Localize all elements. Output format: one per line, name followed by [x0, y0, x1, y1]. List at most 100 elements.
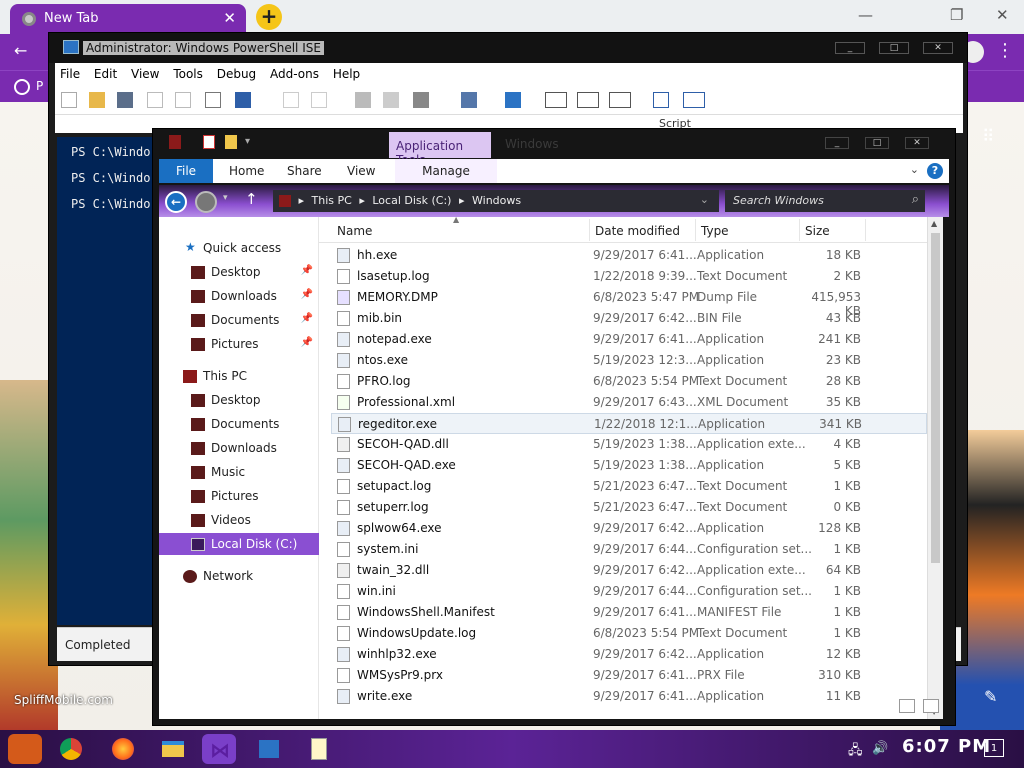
column-divider[interactable] [589, 219, 590, 241]
nav-pc-downloads[interactable]: Downloads [159, 437, 319, 459]
network-tray-icon[interactable]: 🖧 [848, 741, 863, 763]
ribbon-tab-home[interactable]: Home [229, 159, 264, 183]
open-folder-icon[interactable] [89, 92, 105, 108]
file-row[interactable]: WindowsUpdate.log 6/8/2023 5:54 PM Text Do… [331, 623, 927, 644]
file-row[interactable]: Professional.xml 9/29/2017 6:43... XML Doc… [331, 392, 927, 413]
ribbon-tab-view[interactable]: View [347, 159, 375, 183]
menu-debug[interactable]: Debug [212, 63, 261, 81]
scroll-up-icon[interactable]: ▲ [931, 219, 937, 228]
taskbar-visual-studio[interactable]: ⋈ [202, 734, 236, 764]
menu-add-ons[interactable]: Add-ons [265, 63, 324, 81]
restore-button[interactable]: ❐ [950, 6, 963, 24]
nav-pc-desktop[interactable]: Desktop [159, 389, 319, 411]
breadcrumb-windows[interactable]: Windows [472, 194, 521, 207]
tab-close-icon[interactable]: ✕ [223, 9, 236, 27]
taskbar-firefox[interactable] [106, 734, 140, 764]
file-row[interactable]: setuperr.log 5/21/2023 6:47... Text Docume… [331, 497, 927, 518]
ribbon-tab-manage[interactable]: Manage [395, 159, 497, 183]
column-date-modified[interactable]: Date modified [595, 224, 680, 238]
nav-pc-local-disk[interactable]: Local Disk (C:) [159, 533, 319, 555]
back-icon[interactable]: ← [165, 191, 187, 213]
taskbar-powershell-ise[interactable] [252, 734, 286, 764]
start-button[interactable] [8, 734, 42, 764]
up-arrow-icon[interactable]: ↑ [245, 190, 258, 208]
save-icon[interactable] [117, 92, 133, 108]
nav-network[interactable]: Network [159, 565, 319, 587]
nav-quick-downloads[interactable]: Downloads 📌 [159, 285, 319, 307]
ise-minimize-button[interactable]: _ [835, 42, 865, 54]
file-row[interactable]: notepad.exe 9/29/2017 6:41... Application 2… [331, 329, 927, 350]
file-row[interactable]: PFRO.log 6/8/2023 5:54 PM Text Document 28 … [331, 371, 927, 392]
file-row[interactable]: system.ini 9/29/2017 6:44... Configuration… [331, 539, 927, 560]
browser-close-button[interactable]: ✕ [996, 6, 1009, 24]
paste-icon[interactable] [205, 92, 221, 108]
column-divider[interactable] [695, 219, 696, 241]
nav-pc-documents[interactable]: Documents [159, 413, 319, 435]
menu-tools[interactable]: Tools [168, 63, 208, 81]
layout-max-icon[interactable] [609, 92, 631, 108]
browser-tab-new-tab[interactable]: New Tab ✕ [10, 4, 246, 34]
ribbon-tab-file[interactable]: File [159, 159, 213, 183]
globe-icon[interactable] [14, 79, 30, 95]
pin-icon[interactable]: 📌 [301, 265, 313, 276]
help-icon[interactable]: ? [927, 163, 943, 179]
taskbar-notepad[interactable] [302, 734, 336, 764]
file-row[interactable]: SECOH-QAD.exe 5/19/2023 1:38... Applicatio… [331, 455, 927, 476]
volume-icon[interactable]: 🔊 [872, 741, 888, 756]
pin-icon[interactable]: 📌 [301, 313, 313, 324]
file-row[interactable]: WindowsShell.Manifest 9/29/2017 6:41... MA… [331, 602, 927, 623]
layout-right-icon[interactable] [577, 92, 599, 108]
menu-edit[interactable]: Edit [89, 63, 122, 81]
file-row[interactable]: win.ini 9/29/2017 6:44... Configuration se… [331, 581, 927, 602]
new-file-icon[interactable] [61, 92, 77, 108]
nav-quick-desktop[interactable]: Desktop 📌 [159, 261, 319, 283]
new-tab-button[interactable]: + [256, 4, 282, 30]
breadcrumb-local-disk[interactable]: Local Disk (C:) [372, 194, 451, 207]
file-row[interactable]: setupact.log 5/21/2023 6:47... Text Docume… [331, 476, 927, 497]
ise-console-pane[interactable]: PS C:\Windo PS C:\Windo PS C:\Windo [57, 137, 157, 625]
browser-menu-icon[interactable]: ⋮ [996, 40, 1014, 61]
nav-pc-music[interactable]: Music [159, 461, 319, 483]
pin-icon[interactable]: 📌 [301, 337, 313, 348]
file-list-scrollbar[interactable]: ▲ ▼ [927, 217, 943, 719]
customize-pencil-icon[interactable]: ✎ [984, 687, 997, 706]
ise-close-button[interactable]: ✕ [923, 42, 953, 54]
file-row[interactable]: WMSysPr9.prx 9/29/2017 6:41... PRX File 310… [331, 665, 927, 686]
address-dropdown-icon[interactable]: ⌄ [700, 193, 709, 206]
layout-top-icon[interactable] [545, 92, 567, 108]
file-row[interactable]: twain_32.dll 9/29/2017 6:42... Application… [331, 560, 927, 581]
pin-icon[interactable]: 📌 [301, 289, 313, 300]
nav-pc-videos[interactable]: Videos [159, 509, 319, 531]
search-icon[interactable]: ⌕ [912, 192, 919, 207]
clear-icon[interactable] [235, 92, 251, 108]
explorer-minimize-button[interactable]: _ [825, 137, 849, 149]
menu-view[interactable]: View [126, 63, 164, 81]
run-icon[interactable] [355, 92, 371, 108]
file-row[interactable]: splwow64.exe 9/29/2017 6:42... Application… [331, 518, 927, 539]
explorer-close-button[interactable]: ✕ [905, 137, 929, 149]
properties-icon[interactable] [203, 135, 215, 149]
nav-pc-pictures[interactable]: Pictures [159, 485, 319, 507]
explorer-maximize-button[interactable]: □ [865, 137, 889, 149]
address-input[interactable]: ▸ This PC ▸ Local Disk (C:) ▸ Windows ⌄ [273, 190, 719, 212]
copy-icon[interactable] [175, 92, 191, 108]
file-row[interactable]: regeditor.exe 1/22/2018 12:1... Applicatio… [331, 413, 927, 434]
column-name[interactable]: Name [337, 224, 372, 238]
breadcrumb-this-pc[interactable]: This PC [312, 194, 352, 207]
menu-help[interactable]: Help [328, 63, 365, 81]
large-icons-view-icon[interactable] [922, 699, 939, 713]
column-divider[interactable] [799, 219, 800, 241]
ribbon-tab-share[interactable]: Share [287, 159, 322, 183]
nav-quick-pictures[interactable]: Pictures 📌 [159, 333, 319, 355]
back-arrow-icon[interactable]: ← [14, 41, 27, 60]
run-selection-icon[interactable] [383, 92, 399, 108]
column-size[interactable]: Size [805, 224, 830, 238]
nav-this-pc[interactable]: This PC [159, 365, 319, 387]
cut-icon[interactable] [147, 92, 163, 108]
remote-powershell-icon[interactable] [461, 92, 477, 108]
file-row[interactable]: winhlp32.exe 9/29/2017 6:42... Application… [331, 644, 927, 665]
minimize-button[interactable]: — [858, 6, 873, 24]
taskbar-clock[interactable]: 6:07 PM [902, 736, 991, 757]
file-row[interactable]: SECOH-QAD.dll 5/19/2023 1:38... Applicatio… [331, 434, 927, 455]
notification-center-icon[interactable]: 1 [984, 739, 1004, 757]
